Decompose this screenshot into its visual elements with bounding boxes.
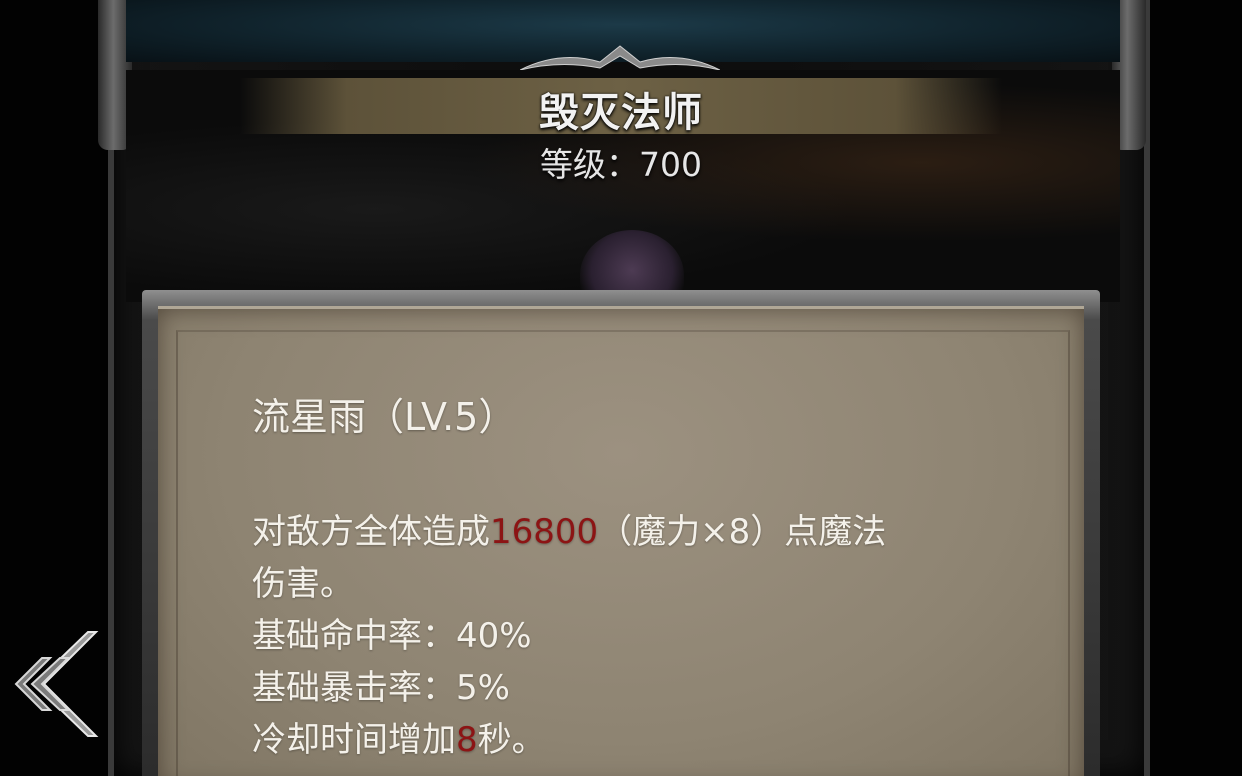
- desc-line-2: 伤害。: [252, 564, 354, 604]
- double-chevron-left-icon: [14, 631, 99, 737]
- cooldown-value: 8: [456, 720, 478, 760]
- level-value: 700: [639, 145, 702, 184]
- cooldown-suffix: 秒。: [477, 720, 546, 760]
- damage-value: 16800: [490, 512, 599, 552]
- crest-ornament: [520, 45, 720, 71]
- skill-title: 流星雨（LV.5）: [252, 395, 517, 439]
- cooldown-line: 冷却时间增加8秒。: [252, 714, 1012, 766]
- desc-text-2: （魔力×8）点魔法: [598, 512, 887, 552]
- hero-class-name: 毁灭法师: [539, 90, 703, 136]
- desc-line-1: 对敌方全体造成16800（魔力×8）点魔法: [252, 506, 1012, 558]
- hero-level: 等级：700: [0, 138, 1242, 186]
- skill-detail-screen: 毁灭法师 等级：700 流星雨（LV.5） 对敌方全体造成16800（魔力×8）…: [0, 0, 1242, 776]
- cooldown-prefix: 冷却时间增加: [252, 720, 456, 760]
- back-button[interactable]: [14, 628, 104, 738]
- crit-rate: 基础暴击率：5%: [252, 668, 510, 708]
- desc-text-1: 对敌方全体造成: [252, 512, 490, 552]
- hit-rate: 基础命中率：40%: [252, 616, 532, 656]
- level-label: 等级：: [540, 145, 639, 184]
- skill-description: 对敌方全体造成16800（魔力×8）点魔法 伤害。 基础命中率：40% 基础暴击…: [252, 506, 1012, 766]
